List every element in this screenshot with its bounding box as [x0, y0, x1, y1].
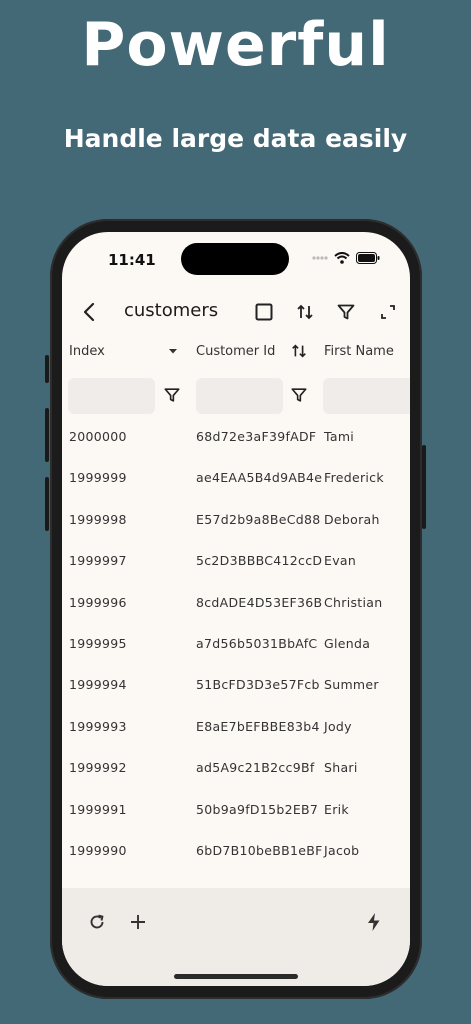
- table-row[interactable]: 1999997 5c2D3BBBC412ccD Evan: [62, 540, 410, 581]
- table-row[interactable]: 1999991 50b9a9fD15b2EB7 Erik: [62, 789, 410, 830]
- table-row[interactable]: 1999994 51BcFD3D3e57Fcb Summer: [62, 664, 410, 705]
- add-icon: [131, 915, 145, 929]
- cell-index: 1999994: [69, 677, 127, 693]
- cell-index: 1999998: [69, 511, 127, 527]
- dynamic-island: [181, 243, 289, 275]
- column-header-index[interactable]: Index: [69, 344, 105, 359]
- phone-side-button: [45, 355, 49, 383]
- table-row[interactable]: 1999999 ae4EAA5B4d9AB4e Frederick: [62, 457, 410, 498]
- index-menu-button[interactable]: [162, 340, 184, 362]
- fullscreen-icon: [381, 305, 395, 319]
- battery-icon: [356, 252, 380, 264]
- filter-icon: [164, 388, 180, 402]
- cell-customer-id: ae4EAA5B4d9AB4e: [196, 470, 323, 486]
- checkbox-icon: [255, 303, 273, 321]
- index-filter-input[interactable]: [68, 378, 155, 414]
- cell-customer-id: 5c2D3BBBC412ccD: [196, 553, 323, 569]
- cell-index: 1999997: [69, 553, 127, 569]
- cell-first-name: Jody: [324, 718, 352, 734]
- home-indicator: [174, 974, 298, 979]
- first-name-filter-input[interactable]: [323, 378, 410, 414]
- sort-icon: [292, 344, 306, 358]
- customer-id-filter-input[interactable]: [196, 378, 283, 414]
- toolbar: customers: [62, 292, 410, 332]
- customer-id-sort-button[interactable]: [288, 340, 310, 362]
- cell-first-name: Summer: [324, 677, 379, 693]
- quick-action-button[interactable]: [360, 908, 388, 936]
- refresh-icon: [90, 914, 104, 929]
- status-icons: [312, 252, 380, 264]
- filter-icon: [291, 388, 307, 402]
- wifi-icon: [334, 252, 350, 264]
- status-time: 11:41: [108, 251, 156, 269]
- phone-screen: 11:41 customers Index Customer Id First …: [62, 232, 410, 986]
- table-row[interactable]: 2000000 68d72e3aF39fADF Tami: [62, 416, 410, 457]
- promo-headline: Powerful: [81, 10, 390, 80]
- table-row[interactable]: 1999996 8cdADE4D53EF36B Christian: [62, 582, 410, 623]
- customer-id-filter-button[interactable]: [288, 384, 310, 406]
- cell-first-name: Erik: [324, 801, 349, 817]
- index-filter-button[interactable]: [161, 384, 183, 406]
- cell-customer-id: 6bD7B10beBB1eBF: [196, 842, 323, 858]
- cell-customer-id: E8aE7bEFBBE83b4: [196, 718, 320, 734]
- cell-first-name: Christian: [324, 594, 383, 610]
- cell-first-name: Jacob: [324, 842, 360, 858]
- signal-dots-icon: [312, 256, 328, 260]
- fullscreen-button[interactable]: [374, 298, 402, 326]
- cell-first-name: Frederick: [324, 470, 384, 486]
- cell-index: 2000000: [69, 429, 127, 444]
- filter-icon: [337, 304, 355, 320]
- cell-index: 1999999: [69, 470, 127, 486]
- back-arrow-icon: [83, 302, 95, 322]
- cell-first-name: Shari: [324, 760, 358, 776]
- cell-index: 1999992: [69, 760, 127, 776]
- cell-first-name: Tami: [324, 429, 355, 444]
- add-button[interactable]: [124, 908, 152, 936]
- cell-customer-id: 50b9a9fD15b2EB7: [196, 801, 319, 817]
- table-row[interactable]: 1999993 E8aE7bEFBBE83b4 Jody: [62, 706, 410, 747]
- sort-icon: [297, 304, 313, 320]
- cell-first-name: Evan: [324, 553, 357, 569]
- phone-power-button: [422, 445, 426, 529]
- cell-first-name: Deborah: [324, 511, 380, 527]
- page-title: customers: [124, 300, 219, 321]
- filter-button[interactable]: [332, 298, 360, 326]
- cell-index: 1999996: [69, 594, 127, 610]
- cell-customer-id: 68d72e3aF39fADF: [196, 429, 317, 444]
- cell-customer-id: ad5A9c21B2cc9Bf: [196, 760, 315, 776]
- column-header-customer-id[interactable]: Customer Id: [196, 344, 275, 359]
- cell-index: 1999990: [69, 842, 127, 858]
- cell-customer-id: 51BcFD3D3e57Fcb: [196, 677, 320, 693]
- cell-index: 1999995: [69, 635, 127, 651]
- sort-button[interactable]: [291, 298, 319, 326]
- dropdown-arrow-icon: [169, 349, 177, 354]
- table-body: 2000000 68d72e3aF39fADF Tami 1999999 ae4…: [62, 416, 410, 871]
- cell-customer-id: E57d2b9a8BeCd88: [196, 511, 321, 527]
- bottom-bar: [62, 888, 410, 986]
- column-header-first-name[interactable]: First Name: [324, 344, 394, 359]
- cell-index: 1999993: [69, 718, 127, 734]
- cell-customer-id: a7d56b5031BbAfC: [196, 635, 318, 651]
- select-button[interactable]: [250, 298, 278, 326]
- table-row[interactable]: 1999998 E57d2b9a8BeCd88 Deborah: [62, 499, 410, 540]
- cell-first-name: Glenda: [324, 635, 371, 651]
- phone-volume-down: [45, 477, 49, 531]
- back-button[interactable]: [76, 298, 104, 326]
- table-row[interactable]: 1999990 6bD7B10beBB1eBF Jacob: [62, 830, 410, 871]
- cell-index: 1999991: [69, 801, 127, 817]
- table-row[interactable]: 1999992 ad5A9c21B2cc9Bf Shari: [62, 747, 410, 788]
- cell-customer-id: 8cdADE4D53EF36B: [196, 594, 323, 610]
- phone-volume-up: [45, 408, 49, 462]
- table-row[interactable]: 1999995 a7d56b5031BbAfC Glenda: [62, 623, 410, 664]
- promo-subheadline: Handle large data easily: [63, 124, 408, 153]
- refresh-button[interactable]: [83, 908, 111, 936]
- lightning-icon: [368, 913, 380, 931]
